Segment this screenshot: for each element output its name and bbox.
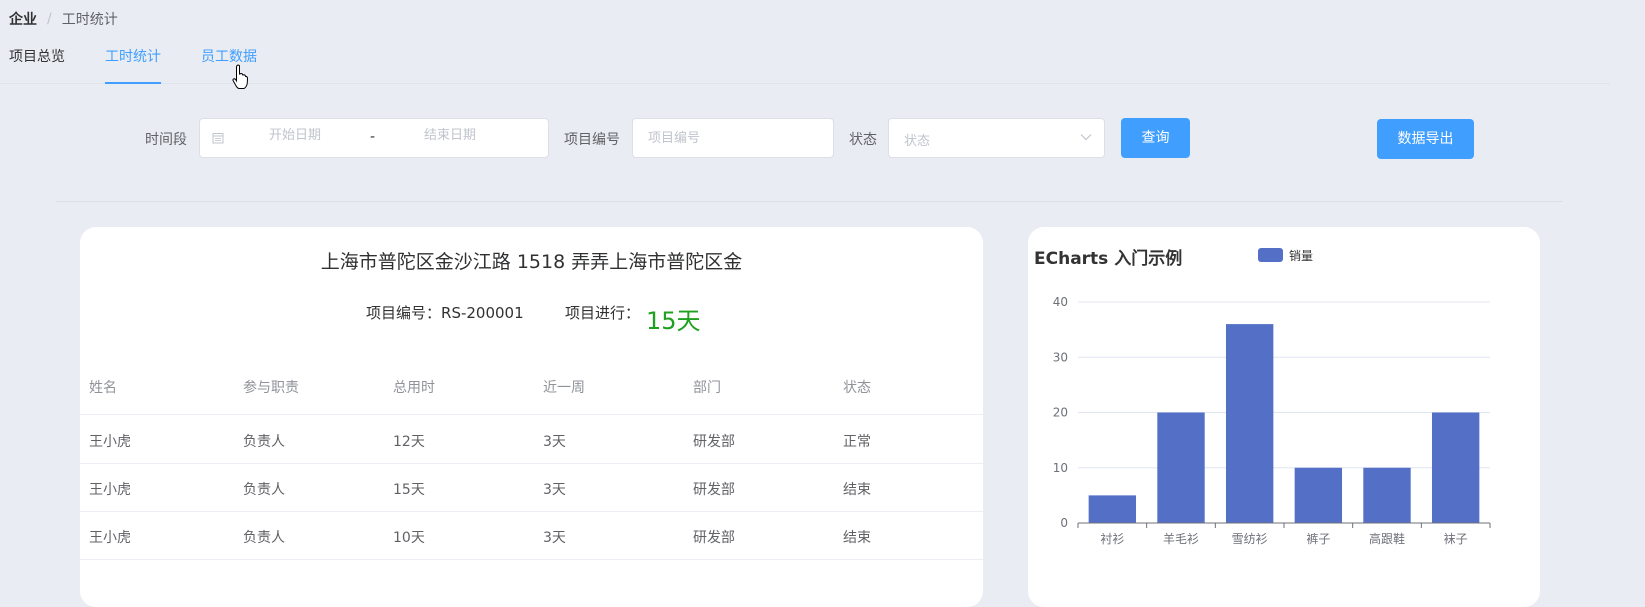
project-number-key: 项目编号： — [366, 304, 442, 322]
chart-card: ECharts 入门示例 销量 0 10 20 30 40 衬衫 羊毛衫 雪纺衫 裤子 高跟鞋 袜子 — [1028, 227, 1540, 607]
breadcrumb-root[interactable]: 企业 — [9, 9, 37, 29]
time-range-label: 时间段 — [145, 132, 187, 148]
project-detail-card: 上海市普陀区金沙江路 1518 弄弄上海市普陀区金 项目编号：RS-200001… — [80, 227, 983, 607]
column-header-status[interactable]: 状态 — [843, 377, 871, 397]
cell-last-week: 3天 — [543, 482, 566, 498]
y-tick-label: 30 — [1053, 350, 1068, 364]
cell-department: 研发部 — [693, 482, 735, 498]
breadcrumb-current: 工时统计 — [61, 12, 118, 28]
bar[interactable] — [1294, 467, 1343, 523]
project-address: 上海市普陀区金沙江路 1518 弄弄上海市普陀区金 — [320, 251, 743, 273]
section-divider — [56, 201, 1563, 202]
status-select[interactable]: 状态 — [888, 118, 1105, 158]
table-row[interactable]: 王小虎 负责人 10天 3天 研发部 结束 — [80, 512, 983, 560]
calendar-icon — [212, 133, 224, 144]
cell-name: 王小虎 — [89, 482, 131, 498]
filter-bar: 时间段 - 项目编号 状态 状态 查询 数据导出 — [0, 118, 1645, 159]
bar[interactable] — [1157, 412, 1205, 524]
start-date-input[interactable] — [235, 128, 355, 143]
cell-department: 研发部 — [693, 434, 735, 450]
query-button[interactable]: 查询 — [1121, 118, 1190, 158]
hand-cursor-icon — [232, 64, 248, 89]
y-tick-label: 40 — [1053, 295, 1068, 309]
end-date-input[interactable] — [390, 128, 510, 143]
x-tick-label: 袜子 — [1444, 532, 1468, 546]
breadcrumb-separator: / — [47, 11, 52, 27]
x-tick-label: 高跟鞋 — [1369, 531, 1405, 546]
status-select-placeholder: 状态 — [904, 134, 931, 149]
cell-total-time: 15天 — [393, 482, 425, 498]
cell-last-week: 3天 — [543, 434, 566, 450]
breadcrumb: 企业 / 工时统计 — [9, 9, 118, 29]
column-header-role[interactable]: 参与职责 — [243, 377, 299, 397]
status-label: 状态 — [849, 132, 877, 148]
chevron-down-icon — [1080, 134, 1092, 141]
x-tick-label: 雪纺衫 — [1232, 532, 1268, 546]
cell-total-time: 10天 — [393, 530, 425, 546]
y-tick-label: 20 — [1053, 406, 1068, 420]
cell-role: 负责人 — [243, 434, 285, 450]
x-tick-label: 裤子 — [1306, 532, 1330, 546]
cell-name: 王小虎 — [89, 434, 131, 450]
project-number-caption: 项目编号：RS-200001 — [366, 302, 524, 323]
table-header: 姓名 参与职责 总用时 近一周 部门 状态 — [80, 357, 983, 415]
cell-status: 结束 — [843, 482, 871, 498]
tab-employee-data[interactable]: 员工数据 — [201, 46, 257, 84]
cell-total-time: 12天 — [393, 434, 425, 450]
column-header-department[interactable]: 部门 — [693, 377, 721, 397]
date-range-picker[interactable]: - — [199, 118, 549, 158]
column-header-last-week[interactable]: 近一周 — [543, 377, 585, 397]
bar[interactable] — [1088, 495, 1137, 523]
table-row[interactable]: 王小虎 负责人 12天 3天 研发部 正常 — [80, 416, 983, 464]
project-number-value: RS-200001 — [441, 304, 524, 322]
bar[interactable] — [1363, 467, 1411, 523]
cell-role: 负责人 — [243, 482, 285, 498]
project-progress-key: 项目进行： — [565, 304, 641, 322]
bar-chart: 0 10 20 30 40 衬衫 羊毛衫 雪纺衫 裤子 高跟鞋 袜子 — [1053, 295, 1491, 546]
x-tick-label: 衬衫 — [1100, 532, 1124, 546]
table-row[interactable]: 王小虎 负责人 15天 3天 研发部 结束 — [80, 464, 983, 512]
cell-role: 负责人 — [243, 530, 285, 546]
cell-last-week: 3天 — [543, 530, 566, 546]
cell-status: 正常 — [843, 434, 871, 450]
project-number-label: 项目编号 — [564, 132, 620, 148]
project-number-input[interactable] — [632, 118, 834, 158]
export-data-button[interactable]: 数据导出 — [1377, 119, 1474, 159]
tab-work-hours[interactable]: 工时统计 — [105, 46, 161, 84]
column-header-total-time[interactable]: 总用时 — [393, 377, 435, 397]
date-range-separator: - — [370, 129, 376, 145]
cell-status: 结束 — [843, 530, 871, 546]
y-tick-label: 0 — [1060, 516, 1068, 530]
cell-name: 王小虎 — [89, 530, 131, 546]
bar[interactable] — [1225, 324, 1274, 523]
bar[interactable] — [1431, 412, 1480, 524]
cell-department: 研发部 — [693, 530, 735, 546]
column-header-name[interactable]: 姓名 — [89, 377, 117, 397]
project-progress-value: 15天 — [646, 307, 701, 335]
y-tick-label: 10 — [1053, 461, 1068, 475]
tab-project-overview[interactable]: 项目总览 — [9, 46, 65, 84]
x-tick-label: 羊毛衫 — [1163, 531, 1199, 546]
